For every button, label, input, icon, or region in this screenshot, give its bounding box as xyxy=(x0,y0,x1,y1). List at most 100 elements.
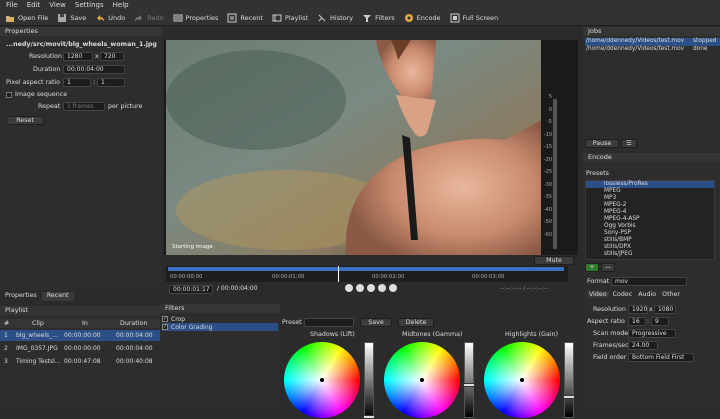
time-ruler[interactable]: 00:00:00;00 00:00:01;00 00:00:02;00 00:0… xyxy=(166,266,568,282)
encode-button[interactable]: Encode xyxy=(404,13,441,23)
tab-properties[interactable]: Properties xyxy=(0,292,42,301)
par-numerator-field[interactable]: 1 xyxy=(63,78,91,87)
highlights-level-slider[interactable] xyxy=(563,342,575,418)
encode-res-x: x xyxy=(649,306,653,313)
filters-button[interactable]: Filters xyxy=(362,13,395,23)
job-row[interactable]: /home/ddennedy/Videos/test.mov stopped xyxy=(585,38,720,46)
playhead[interactable] xyxy=(338,266,339,282)
fps-field[interactable]: 24.00 xyxy=(628,341,658,350)
open-file-button[interactable]: Open File xyxy=(5,13,48,23)
field-order-dropdown[interactable]: Bottom Field First xyxy=(628,353,694,362)
highlights-wheel-handle[interactable] xyxy=(520,378,524,382)
filter-item-color-grading[interactable]: ✓ Color Grading xyxy=(162,323,278,331)
menu-file[interactable]: File xyxy=(6,1,18,9)
menu-view[interactable]: View xyxy=(49,1,66,9)
preset-item[interactable]: Ogg Vorbis xyxy=(586,223,714,230)
midtones-slider-thumb[interactable] xyxy=(463,383,475,387)
tab-other[interactable]: Other xyxy=(660,291,682,298)
preset-item[interactable]: lossless/ProRes xyxy=(586,181,714,188)
properties-panel-title: Properties xyxy=(0,27,162,36)
remove-preset-button[interactable]: — xyxy=(601,263,615,272)
preset-dropdown[interactable] xyxy=(304,318,354,327)
menu-help[interactable]: Help xyxy=(113,1,129,9)
scan-mode-label: Scan mode xyxy=(593,330,629,337)
position-timecode[interactable]: 00:00:01:17 xyxy=(169,285,213,294)
image-sequence-checkbox[interactable]: Image sequence xyxy=(6,91,67,98)
preset-item[interactable]: MPEG-4 xyxy=(586,209,714,216)
midtones-level-slider[interactable] xyxy=(463,342,475,418)
tab-recent[interactable]: Recent xyxy=(41,292,74,301)
repeat-frames-field[interactable]: 1 frames xyxy=(63,102,105,111)
midtones-color-wheel[interactable] xyxy=(384,342,460,418)
shadows-wheel-handle[interactable] xyxy=(320,378,324,382)
vu-tick-label: -30 xyxy=(543,181,552,188)
vu-tick-label: -40 xyxy=(543,206,552,213)
properties-button[interactable]: Properties xyxy=(173,13,218,23)
delete-preset-button[interactable]: Delete xyxy=(398,318,434,327)
format-dropdown[interactable]: mov xyxy=(611,277,687,286)
tab-video[interactable]: Video xyxy=(587,291,609,298)
shadows-slider-thumb[interactable] xyxy=(363,415,375,419)
mute-button[interactable]: Mute xyxy=(534,256,574,265)
reset-button[interactable]: Reset xyxy=(6,116,44,125)
highlights-slider-thumb[interactable] xyxy=(563,395,575,399)
tab-audio[interactable]: Audio xyxy=(636,291,658,298)
playlist-button[interactable]: Playlist xyxy=(272,13,308,23)
duration-field[interactable]: 00:00:04:00 xyxy=(63,65,125,74)
par-denominator-field[interactable]: 1 xyxy=(97,78,125,87)
save-button[interactable]: Save xyxy=(57,13,86,23)
table-row[interactable]: 1 blg_wheels_... 00:00:00:00 00:00:04:00 xyxy=(0,330,162,341)
encode-panel: Encode Presets lossless/ProRes MPEG MP3 MPE… xyxy=(583,153,720,408)
save-preset-button[interactable]: Save xyxy=(360,318,392,327)
tab-codec[interactable]: Codec xyxy=(611,291,635,298)
preset-item[interactable]: stills/JPEG xyxy=(586,251,714,258)
filter-item-crop[interactable]: ✓ Crop xyxy=(162,315,278,323)
history-button[interactable]: History xyxy=(317,13,353,23)
resolution-width-field[interactable]: 1280 xyxy=(63,52,93,61)
preset-item[interactable]: MP3 xyxy=(586,195,714,202)
menu-settings[interactable]: Settings xyxy=(75,1,104,9)
full-screen-button[interactable]: Full Screen xyxy=(450,13,498,23)
time-ruler-tick-0: 00:00:00;00 xyxy=(170,274,203,280)
highlights-color-wheel[interactable] xyxy=(484,342,560,418)
resolution-height-field[interactable]: 720 xyxy=(100,52,124,61)
fast-forward-icon[interactable] xyxy=(378,284,386,292)
encode-height-field[interactable]: 1080 xyxy=(654,305,676,314)
midtones-wheel-handle[interactable] xyxy=(420,378,424,382)
time-ruler-tick-2: 00:00:02;00 xyxy=(372,274,405,280)
encode-label: Encode xyxy=(416,13,441,22)
scan-mode-dropdown[interactable]: Progressive xyxy=(628,329,676,338)
shadows-level-slider[interactable] xyxy=(363,342,375,419)
pause-jobs-button[interactable]: Pause xyxy=(585,139,619,148)
image-sequence-label: Image sequence xyxy=(15,91,68,98)
table-row[interactable]: 2 IMG_0357.JPG 00:00:00:00 00:00:04:00 xyxy=(0,343,162,354)
rewind-icon[interactable] xyxy=(356,284,364,292)
undo-button[interactable]: Undo xyxy=(95,13,125,23)
skip-to-start-icon[interactable] xyxy=(345,284,353,292)
shadows-color-wheel[interactable] xyxy=(284,342,360,418)
preset-item[interactable]: stills/BMP xyxy=(586,237,714,244)
properties-panel: Properties ...nedy/src/movit/blg_wheels_… xyxy=(0,27,162,290)
job-status: done xyxy=(693,46,708,52)
presets-list[interactable]: lossless/ProRes MPEG MP3 MPEG-2 MPEG-4 MPEG-4… xyxy=(585,180,715,260)
job-row[interactable]: /home/ddennedy/Videos/test.mov done xyxy=(585,46,720,54)
aspect-den-field[interactable]: 9 xyxy=(651,317,669,326)
table-row[interactable]: 3 Timing Testsl... 00:00:47:08 00:00:40:… xyxy=(0,356,162,367)
skip-to-end-icon[interactable] xyxy=(389,284,397,292)
jobs-menu-button[interactable]: ☰ xyxy=(621,139,637,148)
filter-enable-checkbox[interactable]: ✓ xyxy=(162,324,168,330)
preset-item[interactable]: MPEG-4-ASP xyxy=(586,216,714,223)
preset-item[interactable]: MPEG-2 xyxy=(586,202,714,209)
play-icon[interactable] xyxy=(367,284,375,292)
add-preset-button[interactable]: + xyxy=(585,263,599,272)
preset-item[interactable]: stills/DPX xyxy=(586,244,714,251)
preset-item[interactable]: Sony-PSP xyxy=(586,230,714,237)
preset-item[interactable]: MPEG xyxy=(586,188,714,195)
recent-button[interactable]: Recent xyxy=(227,13,263,23)
filter-enable-checkbox[interactable]: ✓ xyxy=(162,316,168,322)
encode-resolution-label: Resolution xyxy=(593,306,626,313)
menu-edit[interactable]: Edit xyxy=(27,1,41,9)
aspect-num-field[interactable]: 16 xyxy=(628,317,646,326)
encode-width-field[interactable]: 1920 xyxy=(628,305,648,314)
redo-button[interactable]: Redo xyxy=(134,13,164,23)
